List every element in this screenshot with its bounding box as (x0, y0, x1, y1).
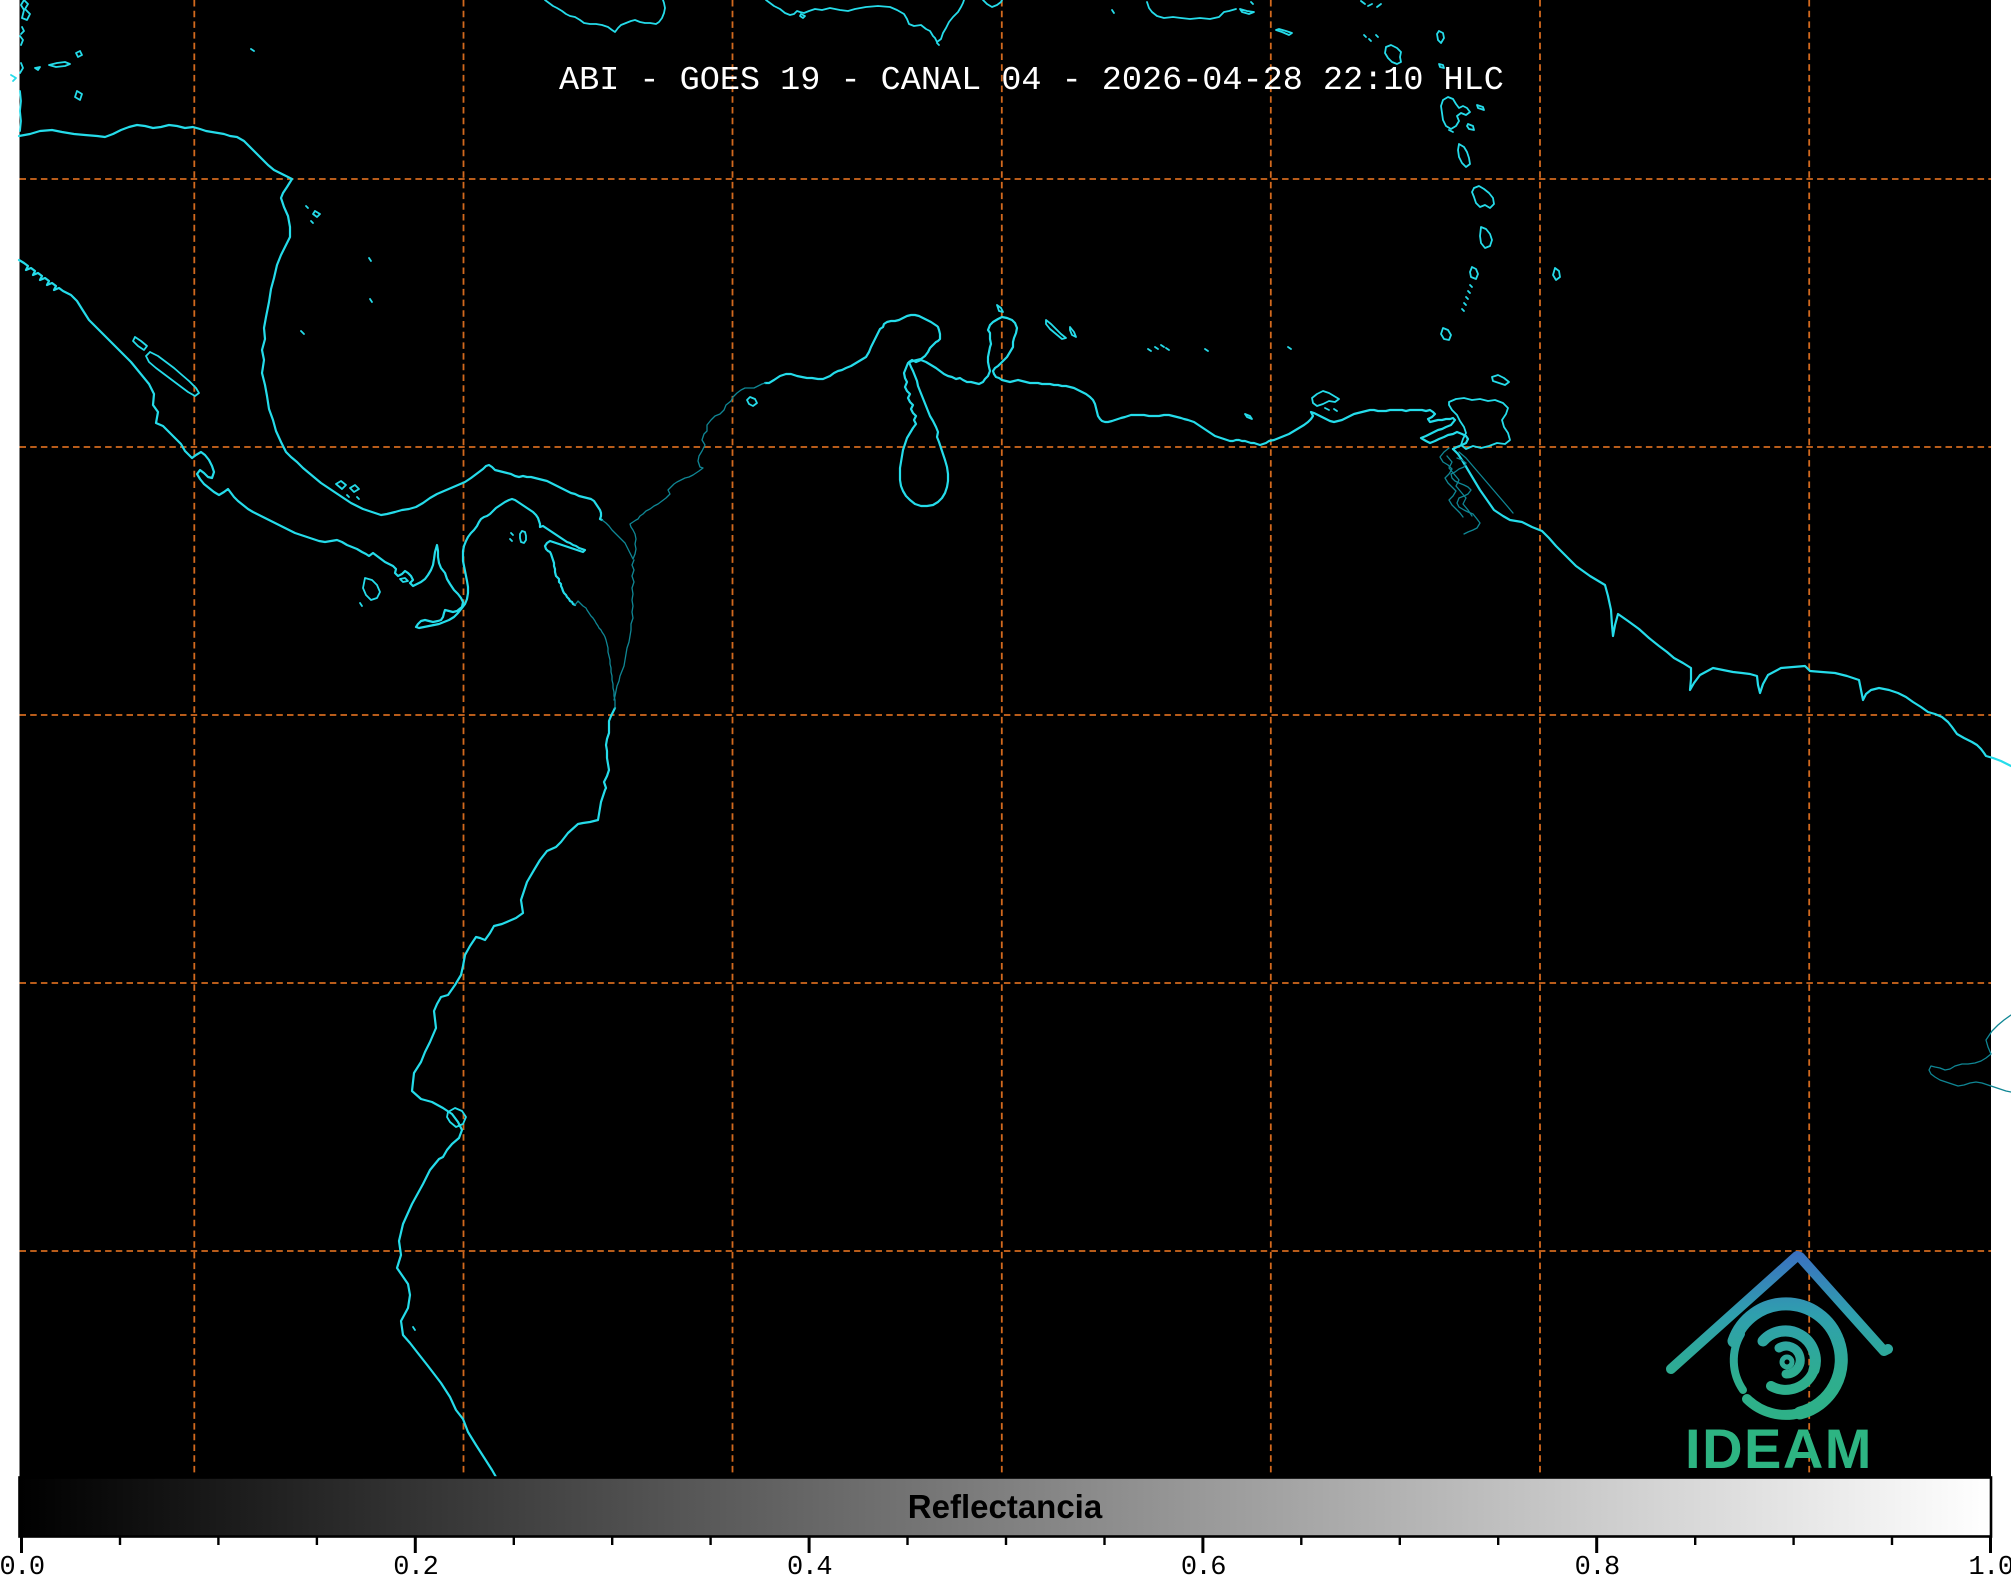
svg-text:0.6: 0.6 (1181, 1553, 1225, 1577)
svg-text:0.2: 0.2 (393, 1553, 437, 1577)
svg-text:ABI - GOES 19 - CANAL 04 - 202: ABI - GOES 19 - CANAL 04 - 2026-04-28 22… (559, 62, 1504, 100)
svg-text:1.0: 1.0 (1968, 1553, 2011, 1577)
svg-text:0.4: 0.4 (787, 1553, 831, 1577)
svg-text:Reflectancia: Reflectancia (908, 1488, 1103, 1525)
svg-text:0.0: 0.0 (0, 1553, 44, 1577)
svg-text:0.8: 0.8 (1575, 1553, 1619, 1577)
svg-text:IDEAM: IDEAM (1685, 1417, 1873, 1480)
